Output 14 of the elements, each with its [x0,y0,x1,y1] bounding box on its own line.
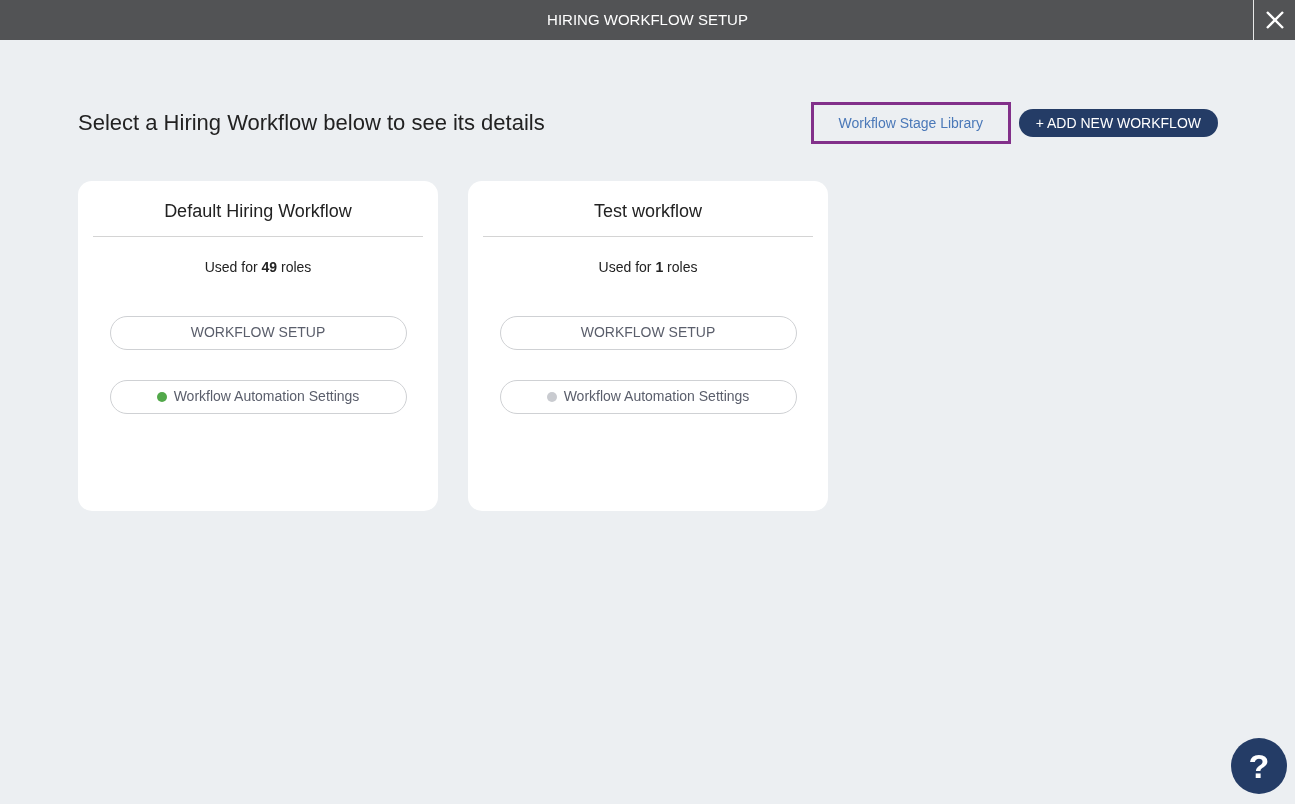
help-button[interactable]: ? [1231,738,1287,794]
window-title: HIRING WORKFLOW SETUP [547,11,748,28]
close-icon [1265,11,1284,29]
workflow-title: Default Hiring Workflow [163,201,353,223]
workflow-title: Test workflow [593,201,703,223]
workflow-setup-button[interactable]: WORKFLOW SETUP [499,315,797,350]
workflow-setup-button[interactable]: WORKFLOW SETUP [109,315,407,350]
automation-settings-button[interactable]: Workflow Automation Settings [499,379,797,414]
stage-library-link[interactable]: Workflow Stage Library [810,102,1011,144]
usage-text: Used for 49 roles [203,257,313,277]
add-workflow-button[interactable]: + ADD NEW WORKFLOW [1018,109,1218,137]
usage-text: Used for 1 roles [597,257,699,277]
automation-settings-button[interactable]: Workflow Automation Settings [109,379,407,414]
page-heading: Select a Hiring Workflow below to see its details [78,109,545,137]
